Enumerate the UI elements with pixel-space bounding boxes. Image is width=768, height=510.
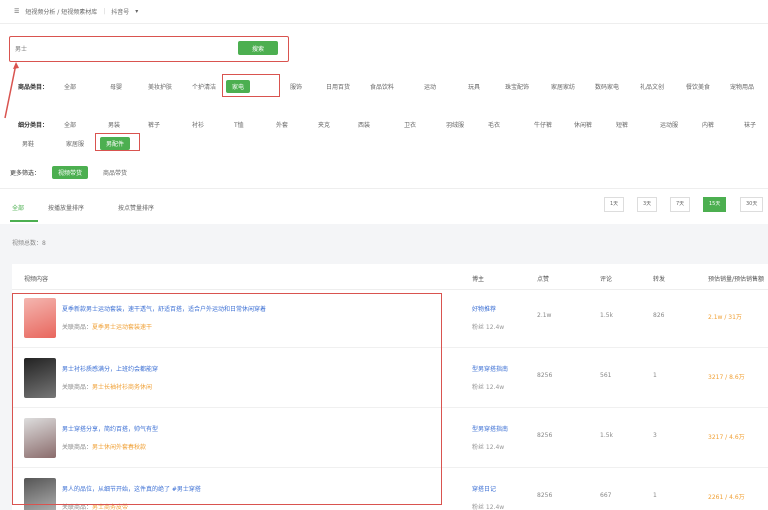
header-comments[interactable]: 评论 [600,274,612,283]
filter-chip-industry[interactable]: 个护清洁 [192,82,216,91]
filter-chip-category[interactable]: 外套 [276,120,288,129]
filter-chip-industry[interactable]: 餐饮美食 [686,82,710,91]
filter-chip-video-sales[interactable]: 视频带货 [52,166,89,179]
filter-chip-industry[interactable]: 玩具 [468,82,480,91]
author-link[interactable]: 好物推荐 [472,304,496,313]
industry-highlight-box [222,74,280,97]
sales-cell: 3217 / 4.6万 [708,432,745,441]
likes-cell: 8256 [537,372,553,379]
filter-chip-industry[interactable]: 服饰 [290,82,302,91]
time-range-button[interactable]: 3天 [637,197,658,212]
comments-cell: 1.5k [600,432,614,439]
filter-chip-industry[interactable]: 食品饮料 [370,82,394,91]
author-fans: 粉丝 12.4w [472,444,505,451]
sales-value: 2.1w / 31万 [708,314,742,321]
author-fans: 粉丝 12.4w [472,324,505,331]
filter-chip-category[interactable]: 羽绒服 [446,120,464,129]
time-range-button[interactable]: 30天 [740,197,764,212]
industry-filter-label: 商品类目： [18,84,49,91]
chevron-down-icon[interactable]: ▾ [135,8,138,15]
filter-chip-category[interactable]: 内裤 [702,120,714,129]
menu-icon[interactable]: ☰ [14,8,19,15]
author-fans: 粉丝 12.4w [472,504,505,510]
likes-cell: 8256 [537,492,553,499]
count-text: 视频总数：8 [12,240,46,247]
breadcrumb-secondary[interactable]: 抖音号 [111,7,129,16]
comments-cell: 561 [600,372,612,379]
comments-cell: 667 [600,492,612,499]
filter-chip-category[interactable]: 运动服 [660,120,678,129]
tab-by-likes[interactable]: 按点赞量排序 [118,203,154,212]
search-button[interactable]: 搜索 [238,41,278,55]
table-highlight-box [12,293,442,505]
search-box: 搜索 [9,36,289,62]
sales-cell: 2.1w / 31万 [708,312,742,321]
filter-chip-industry[interactable]: 日用百货 [326,82,350,91]
filter-chip-industry[interactable]: 宠物用品 [730,82,754,91]
filter-chip-industry[interactable]: 珠宝配饰 [505,82,529,91]
breadcrumb-separator: | [103,8,106,15]
filter-chip-category[interactable]: 衬衫 [192,120,204,129]
filter-chip-category[interactable]: 男鞋 [22,139,34,148]
filter-chip-category[interactable]: 西装 [358,120,370,129]
header-author[interactable]: 博主 [472,274,484,283]
header-likes[interactable]: 点赞 [537,274,549,283]
filter-chip-industry[interactable]: 家居家纺 [551,82,575,91]
filter-chip-category[interactable]: 男装 [108,120,120,129]
filter-chip-category[interactable]: 夹克 [318,120,330,129]
filter-chip-product-sales[interactable]: 商品带货 [103,168,127,177]
more-filter-label: 更多筛选： [10,170,41,177]
shares-cell: 1 [653,492,657,499]
tab-by-plays[interactable]: 按播放量排序 [48,203,84,212]
filter-chip-industry[interactable]: 全部 [64,82,76,91]
filter-chip-industry[interactable]: 母婴 [110,82,122,91]
filter-chip-industry[interactable]: 运动 [424,82,436,91]
tab-underline [10,220,38,222]
header-sales[interactable]: 预估销量/预估销售额 [708,274,764,283]
sales-value: 3217 / 8.6万 [708,374,745,381]
filter-chip-category[interactable]: 毛衣 [488,120,500,129]
time-range-button[interactable]: 7天 [670,197,691,212]
time-range-button[interactable]: 15天 [703,197,727,212]
top-bar: ☰ 短视频分析 / 短视频素材库 | 抖音号 ▾ [0,0,768,24]
likes-cell: 2.1w [537,312,552,319]
filter-chip-category[interactable]: 休闲裤 [574,120,592,129]
author-link[interactable]: 型男穿搭指南 [472,364,508,373]
shares-cell: 826 [653,312,665,319]
filter-chip-category[interactable]: 裤子 [148,120,160,129]
breadcrumb-main[interactable]: 短视频分析 / 短视频素材库 [25,7,97,16]
tab-all[interactable]: 全部 [12,203,24,212]
time-range-button[interactable]: 1天 [604,197,625,212]
filter-chip-category[interactable]: 卫衣 [404,120,416,129]
header-video-content: 视频内容 [24,276,49,283]
filter-chip-industry[interactable]: 美妆护肤 [148,82,172,91]
filter-chip-category[interactable]: 袜子 [744,120,756,129]
sales-value: 2261 / 4.6万 [708,494,745,501]
filter-chip-category[interactable]: 短裤 [616,120,628,129]
filter-chip-category[interactable]: 家居服 [66,139,84,148]
search-input[interactable] [15,42,233,56]
category-highlight-box [95,133,140,151]
sales-cell: 3217 / 8.6万 [708,372,745,381]
author-link[interactable]: 穿搭日记 [472,484,496,493]
author-link[interactable]: 型男穿搭指南 [472,424,508,433]
table-header: 视频内容 博主 点赞 评论 转发 预估销量/预估销售额 [12,264,768,290]
divider [0,188,768,189]
filter-chip-category[interactable]: T恤 [234,120,244,129]
header-shares[interactable]: 转发 [653,274,665,283]
shares-cell: 1 [653,372,657,379]
filter-chip-industry[interactable]: 礼品文创 [640,82,664,91]
likes-cell: 8256 [537,432,553,439]
shares-cell: 3 [653,432,657,439]
sales-value: 3217 / 4.6万 [708,434,745,441]
filter-chip-industry[interactable]: 数码家电 [595,82,619,91]
category-filter-label: 细分类目： [18,122,49,129]
filter-chip-category[interactable]: 牛仔裤 [534,120,552,129]
author-fans: 粉丝 12.4w [472,384,505,391]
sales-cell: 2261 / 4.6万 [708,492,745,501]
filter-chip-category[interactable]: 全部 [64,120,76,129]
comments-cell: 1.5k [600,312,614,319]
